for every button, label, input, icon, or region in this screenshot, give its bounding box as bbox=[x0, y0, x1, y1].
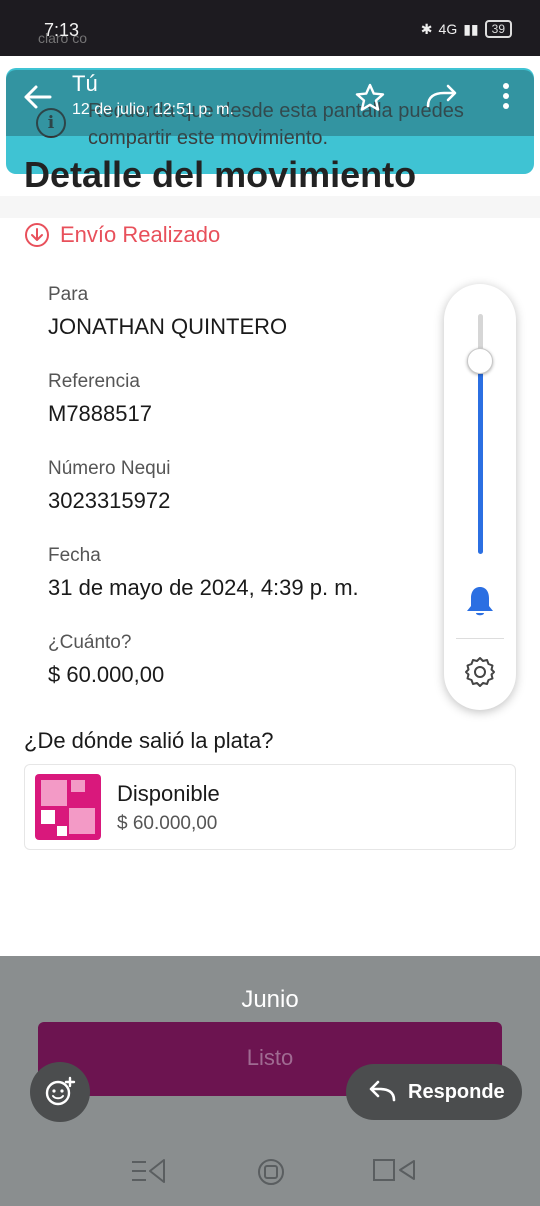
status-icons: ✱ 4G ▮▮ 39 bbox=[421, 20, 512, 38]
pocket-logo bbox=[35, 774, 101, 840]
menu-nav-icon[interactable] bbox=[130, 1158, 166, 1184]
emoji-add-icon bbox=[45, 1076, 76, 1106]
amount-label: ¿Cuánto? bbox=[48, 632, 132, 653]
status-bar: claro co 7:13 ✱ 4G ▮▮ 39 bbox=[0, 0, 540, 56]
bluetooth-icon: ✱ bbox=[420, 20, 433, 37]
recipient-value: JONATHAN QUINTERO bbox=[48, 314, 288, 339]
transaction-status: Envío Realizado bbox=[24, 222, 220, 248]
page-title: Detalle del movimiento bbox=[24, 154, 417, 192]
volume-level-fill[interactable] bbox=[478, 362, 483, 554]
image-caption: Junio bbox=[241, 986, 299, 1013]
source-title: ¿De dónde salió la plata? bbox=[24, 728, 274, 753]
bell-icon[interactable] bbox=[464, 584, 496, 618]
react-emoji-button[interactable] bbox=[30, 1062, 90, 1122]
date-value: 31 de mayo de 2024, 4:39 p. m. bbox=[48, 575, 359, 600]
pocket-card[interactable]: Disponible $ 60.000,00 bbox=[24, 764, 516, 850]
message-date: 12 de julio, 12:51 p. m. bbox=[72, 101, 234, 118]
network-label: 4G bbox=[438, 21, 458, 37]
nequi-number-value: 3023315972 bbox=[48, 488, 171, 513]
signal-icon: ▮▮ bbox=[463, 20, 479, 37]
volume-panel bbox=[444, 284, 516, 710]
back-nav-icon[interactable] bbox=[372, 1158, 418, 1184]
volume-divider bbox=[456, 638, 504, 639]
amount-value: $ 60.000,00 bbox=[48, 662, 165, 687]
arrow-down-circle-icon bbox=[25, 223, 49, 247]
nequi-number-label: Número Nequi bbox=[48, 458, 171, 479]
recipient-label: Para bbox=[48, 284, 89, 305]
forward-icon[interactable] bbox=[424, 82, 460, 112]
section-divider bbox=[0, 196, 540, 218]
more-options-icon[interactable] bbox=[494, 80, 518, 112]
pocket-amount: $ 60.000,00 bbox=[117, 813, 218, 834]
home-nav-icon[interactable] bbox=[256, 1158, 286, 1186]
reply-label: Responde bbox=[408, 1081, 505, 1103]
reference-value: M7888517 bbox=[48, 401, 152, 426]
status-time: 7:13 bbox=[44, 20, 80, 40]
sender-name: Tú bbox=[72, 71, 98, 96]
battery-icon: 39 bbox=[484, 20, 512, 38]
pocket-name: Disponible bbox=[117, 781, 220, 806]
star-icon[interactable] bbox=[354, 82, 386, 114]
volume-thumb[interactable] bbox=[467, 348, 493, 374]
gear-icon[interactable] bbox=[464, 656, 496, 688]
reply-arrow-icon bbox=[369, 1080, 396, 1102]
screen: claro co 7:13 ✱ 4G ▮▮ 39 i Recuerda que … bbox=[0, 0, 540, 1206]
date-label: Fecha bbox=[48, 545, 101, 566]
back-arrow-icon[interactable] bbox=[20, 82, 56, 112]
reference-label: Referencia bbox=[48, 371, 140, 392]
status-label: Envío Realizado bbox=[60, 222, 221, 247]
reply-button[interactable]: Responde bbox=[346, 1064, 522, 1120]
system-nav-bar bbox=[0, 1130, 540, 1206]
